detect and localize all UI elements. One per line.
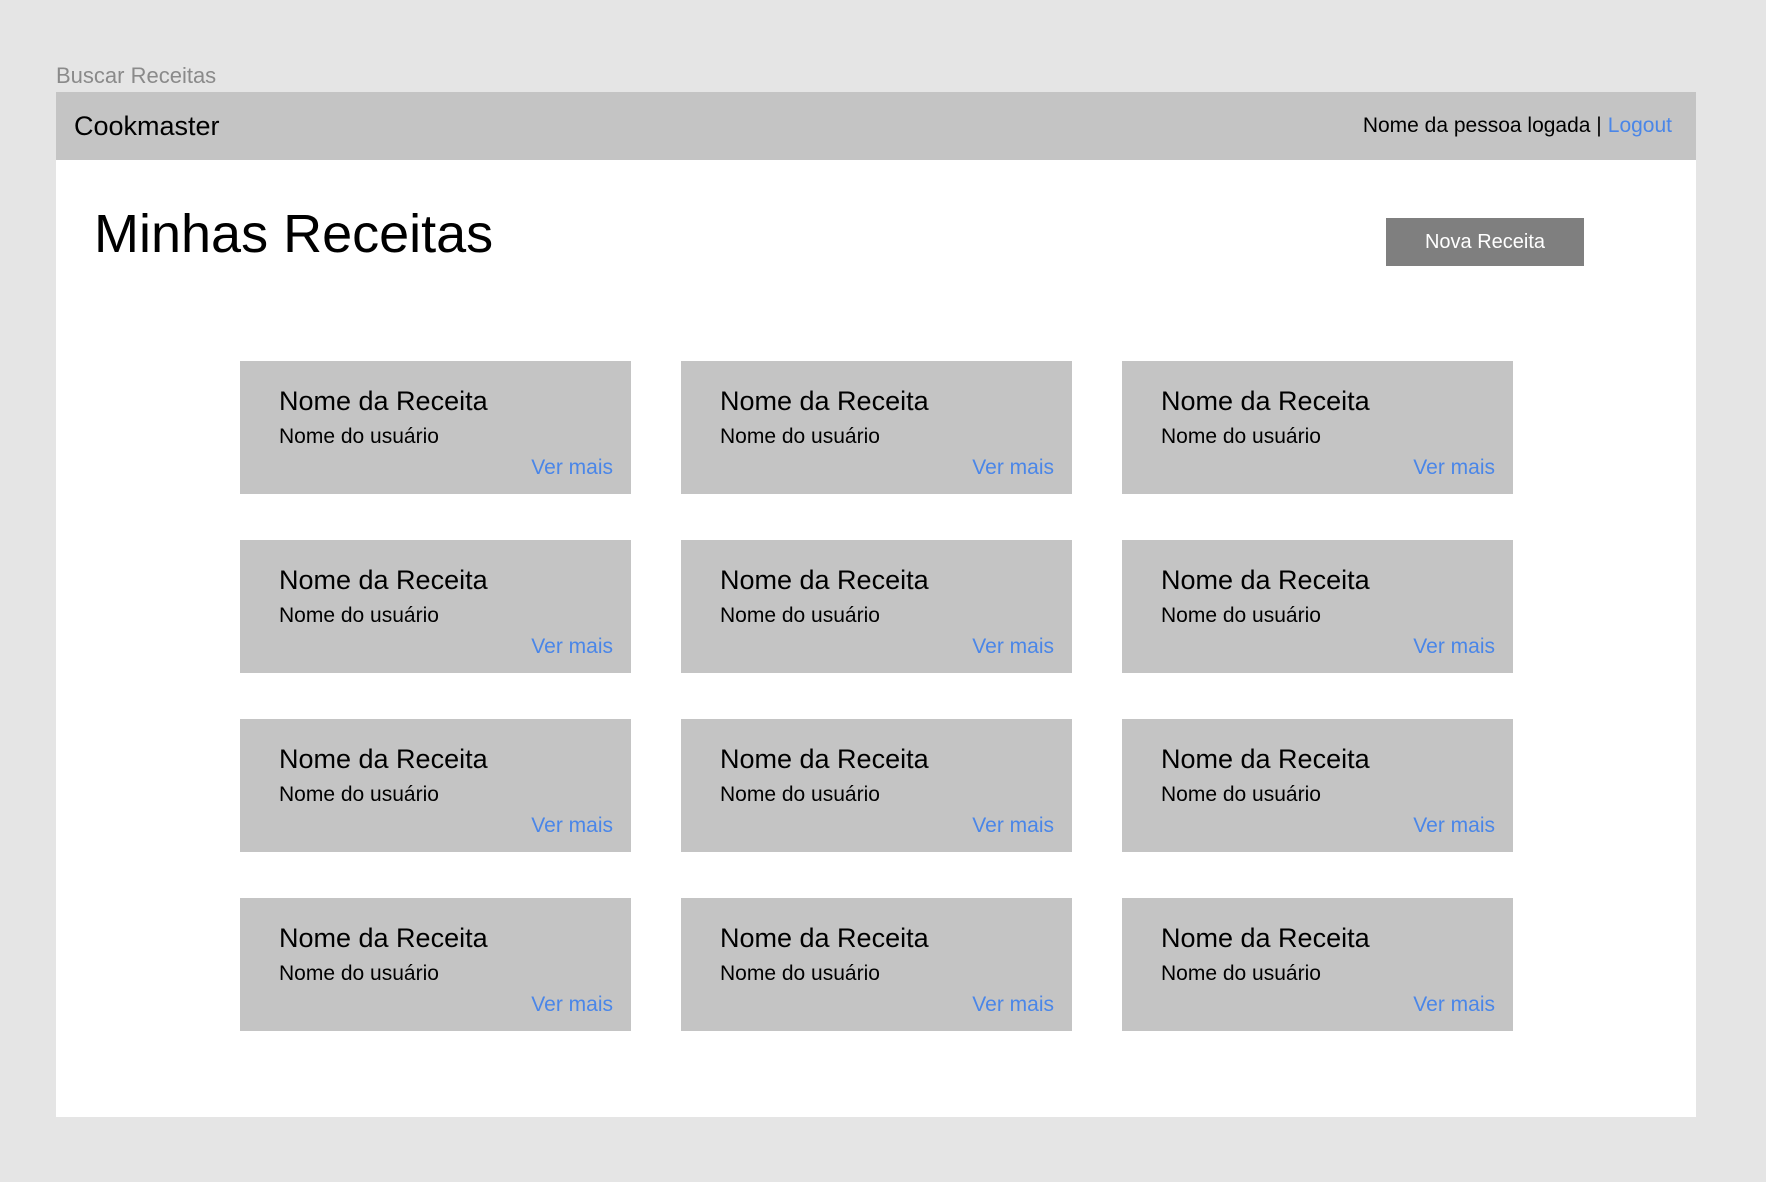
recipe-user: Nome do usuário	[720, 604, 880, 627]
recipe-card: Nome da Receita Nome do usuário Ver mais	[681, 898, 1072, 1031]
see-more-link[interactable]: Ver mais	[972, 454, 1054, 482]
recipe-card: Nome da Receita Nome do usuário Ver mais	[681, 361, 1072, 494]
recipe-card: Nome da Receita Nome do usuário Ver mais	[681, 540, 1072, 673]
recipe-user: Nome do usuário	[1161, 604, 1321, 627]
see-more-link[interactable]: Ver mais	[972, 633, 1054, 661]
recipe-user: Nome do usuário	[279, 425, 439, 448]
logged-user-name: Nome da pessoa logada |	[1362, 114, 1602, 137]
recipe-card: Nome da Receita Nome do usuário Ver mais	[240, 540, 631, 673]
recipe-user: Nome do usuário	[279, 962, 439, 985]
see-more-link[interactable]: Ver mais	[1413, 991, 1495, 1019]
recipe-card: Nome da Receita Nome do usuário Ver mais	[240, 898, 631, 1031]
recipe-user: Nome do usuário	[279, 604, 439, 627]
recipe-user: Nome do usuário	[279, 783, 439, 806]
see-more-link[interactable]: Ver mais	[1413, 454, 1495, 482]
recipe-name: Nome da Receita	[720, 386, 929, 416]
recipe-name: Nome da Receita	[279, 386, 488, 416]
recipe-user: Nome do usuário	[720, 962, 880, 985]
see-more-link[interactable]: Ver mais	[1413, 812, 1495, 840]
recipe-user: Nome do usuário	[1161, 962, 1321, 985]
recipe-user: Nome do usuário	[720, 425, 880, 448]
see-more-link[interactable]: Ver mais	[1413, 633, 1495, 661]
frame-label: Buscar Receitas	[56, 63, 217, 88]
recipe-card: Nome da Receita Nome do usuário Ver mais	[240, 361, 631, 494]
recipe-grid: Nome da Receita Nome do usuário Ver mais…	[240, 361, 1513, 1031]
page-title: Minhas Receitas	[94, 204, 494, 264]
recipe-name: Nome da Receita	[279, 744, 488, 774]
recipe-name: Nome da Receita	[279, 565, 488, 595]
recipe-name: Nome da Receita	[1161, 923, 1370, 953]
recipe-card: Nome da Receita Nome do usuário Ver mais	[1122, 719, 1513, 852]
recipe-name: Nome da Receita	[720, 923, 929, 953]
logout-link[interactable]: Logout	[1608, 114, 1672, 137]
recipe-user: Nome do usuário	[1161, 425, 1321, 448]
see-more-link[interactable]: Ver mais	[972, 812, 1054, 840]
recipe-user: Nome do usuário	[720, 783, 880, 806]
recipe-card: Nome da Receita Nome do usuário Ver mais	[1122, 540, 1513, 673]
see-more-link[interactable]: Ver mais	[972, 991, 1054, 1019]
new-recipe-button[interactable]: Nova Receita	[1386, 218, 1584, 266]
recipe-name: Nome da Receita	[1161, 386, 1370, 416]
recipe-user: Nome do usuário	[1161, 783, 1321, 806]
recipe-name: Nome da Receita	[279, 923, 488, 953]
top-navbar: Cookmaster Nome da pessoa logada | Logout	[56, 92, 1696, 160]
see-more-link[interactable]: Ver mais	[531, 454, 613, 482]
see-more-link[interactable]: Ver mais	[531, 812, 613, 840]
brand-logo[interactable]: Cookmaster	[74, 92, 220, 160]
recipe-card: Nome da Receita Nome do usuário Ver mais	[1122, 898, 1513, 1031]
recipe-card: Nome da Receita Nome do usuário Ver mais	[1122, 361, 1513, 494]
user-area: Nome da pessoa logada | Logout	[1363, 92, 1672, 160]
recipe-name: Nome da Receita	[720, 565, 929, 595]
recipe-card: Nome da Receita Nome do usuário Ver mais	[240, 719, 631, 852]
see-more-link[interactable]: Ver mais	[531, 991, 613, 1019]
recipe-name: Nome da Receita	[1161, 565, 1370, 595]
page-frame: Cookmaster Nome da pessoa logada | Logout…	[56, 92, 1696, 1117]
recipe-name: Nome da Receita	[720, 744, 929, 774]
recipe-name: Nome da Receita	[1161, 744, 1370, 774]
see-more-link[interactable]: Ver mais	[531, 633, 613, 661]
recipe-card: Nome da Receita Nome do usuário Ver mais	[681, 719, 1072, 852]
